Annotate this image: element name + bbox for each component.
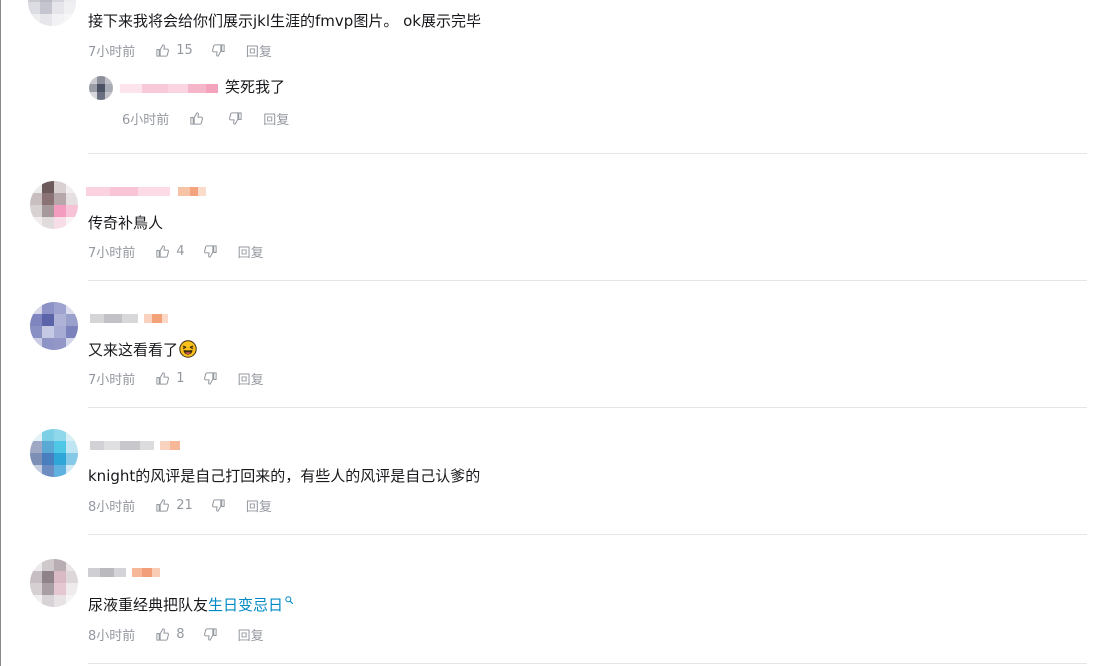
comment-text-content: 尿液重经典把队友 xyxy=(88,596,209,614)
like-count: 21 xyxy=(176,497,193,513)
thumbs-up-icon xyxy=(156,371,170,385)
thumbs-down-icon xyxy=(211,43,225,57)
thumbs-down-icon xyxy=(203,244,217,258)
avatar[interactable] xyxy=(30,181,78,229)
search-icon[interactable] xyxy=(285,596,294,604)
username-blurred[interactable] xyxy=(90,440,180,450)
divider xyxy=(88,153,1087,154)
reply-time: 6小时前 xyxy=(122,112,170,128)
reply-button[interactable]: 回复 xyxy=(263,109,289,128)
like-count: 15 xyxy=(176,42,193,58)
divider xyxy=(88,534,1087,535)
comment-text-content: 又来这看看了 xyxy=(88,341,179,359)
avatar[interactable] xyxy=(28,0,76,26)
divider xyxy=(88,280,1087,281)
laughing-emoji-icon xyxy=(179,340,197,358)
comment-meta: 8小时前 21 回复 xyxy=(88,496,272,515)
reply-button[interactable]: 回复 xyxy=(246,41,272,60)
comment-text: knight的风评是自己打回来的，有些人的风评是自己认爹的 xyxy=(88,467,481,485)
dislike-button[interactable] xyxy=(211,43,226,58)
dislike-button[interactable] xyxy=(203,244,218,259)
reply-avatar[interactable] xyxy=(89,76,113,100)
like-count: 1 xyxy=(176,370,185,386)
comment-meta: 7小时前 15 回复 xyxy=(88,41,272,60)
comment-section: 接下来我将会给你们展示jkl生涯的fmvp图片。 ok展示完毕 7小时前 15 … xyxy=(0,0,1101,666)
dislike-button[interactable] xyxy=(203,627,218,642)
like-button[interactable]: 8 xyxy=(155,626,185,642)
thumbs-up-icon xyxy=(156,43,170,57)
username-blurred[interactable] xyxy=(90,313,168,323)
reply-button[interactable]: 回复 xyxy=(238,625,264,644)
thumbs-down-icon xyxy=(203,627,217,641)
reply-button[interactable]: 回复 xyxy=(238,369,264,388)
comment-meta: 7小时前 1 回复 xyxy=(88,369,264,388)
reply-username-blurred[interactable] xyxy=(120,83,218,93)
thumbs-up-icon xyxy=(156,498,170,512)
username-blurred[interactable] xyxy=(86,186,206,196)
like-button[interactable]: 15 xyxy=(155,43,193,58)
thumbs-down-icon xyxy=(229,111,242,125)
thumbs-up-icon xyxy=(190,111,204,125)
like-button[interactable] xyxy=(189,111,210,126)
like-count: 4 xyxy=(176,243,185,259)
dislike-button[interactable] xyxy=(211,498,226,513)
divider xyxy=(88,407,1087,408)
thumbs-down-icon xyxy=(203,371,217,385)
comment-time: 7小时前 xyxy=(88,372,136,388)
reply-text: 笑死我了 xyxy=(225,78,286,96)
like-button[interactable]: 1 xyxy=(155,370,185,386)
comment-text: 传奇补鳥人 xyxy=(88,214,164,232)
reply-meta: 6小时前 回复 xyxy=(122,109,289,128)
thumbs-down-icon xyxy=(211,498,225,512)
comment-time: 7小时前 xyxy=(88,245,136,261)
thumbs-up-icon xyxy=(156,244,170,258)
username-blurred[interactable] xyxy=(88,567,160,577)
avatar[interactable] xyxy=(30,429,78,477)
comment-time: 8小时前 xyxy=(88,628,136,644)
like-count: 8 xyxy=(176,626,185,642)
avatar[interactable] xyxy=(30,302,78,350)
search-keyword-link[interactable]: 生日变忌日 xyxy=(208,596,283,614)
divider xyxy=(88,663,1087,664)
comment-text: 尿液重经典把队友生日变忌日 xyxy=(88,595,294,615)
like-button[interactable]: 4 xyxy=(155,243,185,259)
comment-text: 又来这看看了 xyxy=(88,340,197,360)
reply-button[interactable]: 回复 xyxy=(238,242,264,261)
comment-meta: 8小时前 8 回复 xyxy=(88,625,264,644)
comment-time: 8小时前 xyxy=(88,499,136,515)
comment-text: 接下来我将会给你们展示jkl生涯的fmvp图片。 ok展示完毕 xyxy=(88,12,481,30)
comment-meta: 7小时前 4 回复 xyxy=(88,242,264,261)
comment-time: 7小时前 xyxy=(88,44,136,60)
thumbs-up-icon xyxy=(156,627,170,641)
dislike-button[interactable] xyxy=(203,371,218,386)
avatar[interactable] xyxy=(30,559,78,607)
like-button[interactable]: 21 xyxy=(155,498,193,513)
dislike-button[interactable] xyxy=(228,111,243,126)
reply-button[interactable]: 回复 xyxy=(246,496,272,515)
